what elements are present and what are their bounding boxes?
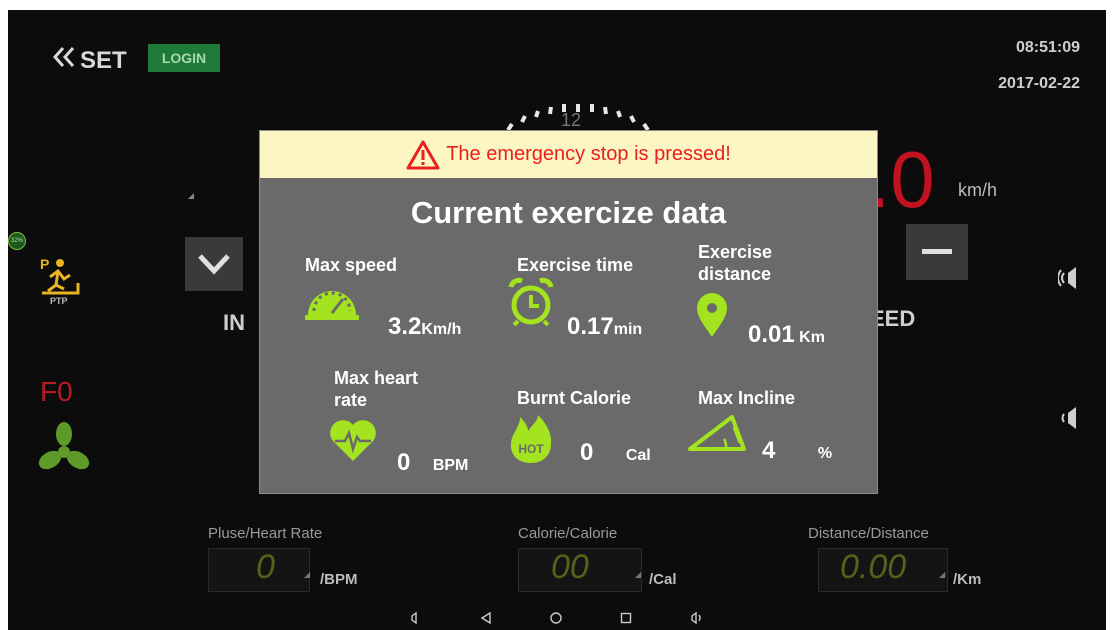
burnt-calorie-label: Burnt Calorie — [517, 388, 632, 408]
treadmill-screen: SET LOGIN 08:51:09 2017-02-22 12 .0 km/h… — [8, 10, 1106, 630]
volume-down-icon[interactable] — [1060, 405, 1088, 437]
burnt-calorie-unit: Cal — [625, 447, 651, 464]
exercise-distance-value: 0.01 — [748, 321, 795, 348]
speed-readout: .0 — [868, 135, 935, 224]
exercise-distance-readout: 0.01 Km — [748, 321, 825, 349]
exercise-time-unit: min — [613, 321, 643, 338]
fire-icon-text: HOT — [518, 442, 544, 456]
max-speed-value: 3.2 — [388, 313, 422, 340]
max-speed-label: Max speed — [305, 255, 398, 275]
exercise-summary-dialog: The emergency stop is pressed! Current e… — [259, 130, 878, 494]
max-heart-rate-value: 0 — [397, 449, 411, 476]
clock: 08:51:09 2017-02-22 — [968, 30, 1080, 102]
recents-nav-icon[interactable] — [619, 611, 633, 628]
calorie-label: Calorie/Calorie — [518, 525, 618, 542]
minus-icon — [922, 249, 952, 254]
login-button[interactable]: LOGIN — [148, 44, 220, 72]
distance-label: Distance/Distance — [808, 525, 929, 542]
incline-label: IN — [223, 310, 245, 335]
back-label: SET — [80, 46, 127, 74]
max-incline-unit: % — [817, 445, 833, 462]
max-speed-readout: 3.2Km/h — [388, 313, 461, 341]
battery-indicator: 32% — [8, 232, 26, 250]
heart-rate-unit: /BPM — [320, 571, 358, 588]
incline-marker-icon — [188, 193, 194, 199]
back-nav-icon[interactable] — [479, 611, 493, 628]
exercise-distance-label: Exercise distance — [698, 241, 772, 285]
home-nav-icon[interactable] — [549, 611, 563, 628]
emergency-alert-banner: The emergency stop is pressed! — [260, 131, 877, 178]
time: 08:51:09 — [1015, 39, 1080, 56]
speed-unit: km/h — [958, 180, 998, 200]
volume-down-nav-icon[interactable] — [409, 611, 423, 628]
fire-icon: HOT — [510, 415, 552, 463]
exercise-time-label: Exercise time — [517, 255, 634, 275]
distance-unit: /Km — [953, 571, 982, 588]
chevron-down-icon — [198, 254, 230, 275]
warning-triangle-icon — [406, 140, 440, 169]
heart-icon — [330, 420, 376, 461]
volume-up-nav-icon[interactable] — [689, 611, 705, 628]
emergency-alert-text: The emergency stop is pressed! — [446, 143, 731, 165]
max-heart-rate-label: Max heart rate — [334, 367, 418, 411]
triangle-mark-icon: ◢ — [304, 570, 311, 579]
exercise-distance-label-line1: Exercise — [698, 242, 773, 262]
double-chevron-left-icon — [52, 46, 78, 75]
exercise-distance-label-line2: distance — [698, 264, 772, 284]
max-heart-rate-unit: BPM — [432, 457, 469, 474]
burnt-calorie-value: 0 — [580, 439, 594, 466]
max-incline-label: Max Incline — [698, 388, 796, 408]
exercise-distance-unit: Km — [799, 329, 825, 346]
triangle-mark-icon: ◢ — [635, 570, 642, 579]
system-nav-bar — [8, 608, 1106, 630]
heart-rate-label: Pluse/Heart Rate — [208, 525, 323, 542]
speed-down-button[interactable] — [906, 224, 968, 280]
max-heart-rate-readout: 0 BPM — [397, 449, 468, 477]
calorie-value: 00 — [551, 548, 589, 586]
distance-value: 0.00 — [840, 548, 907, 586]
speedometer-icon — [305, 291, 359, 320]
dial-number: 12 — [561, 110, 582, 130]
burnt-calorie-readout: 0 Cal — [580, 439, 651, 467]
incline-down-button[interactable] — [185, 237, 243, 291]
exercise-time-value: 0.17 — [567, 313, 614, 340]
heart-rate-value: 0 — [256, 548, 275, 586]
fan-icon[interactable] — [36, 420, 92, 476]
date: 2017-02-22 — [998, 75, 1080, 92]
max-heart-rate-label-line1: Max heart — [334, 368, 419, 388]
fan-level: F0 — [40, 376, 73, 407]
location-pin-icon — [697, 293, 727, 337]
alarm-clock-icon — [508, 277, 554, 327]
dialog-title: Current exercize data — [410, 195, 727, 230]
program-label: PTP — [50, 296, 68, 306]
back-button[interactable]: SET — [52, 46, 127, 75]
max-incline-readout: 4 % — [762, 437, 832, 465]
incline-icon — [688, 415, 746, 451]
max-heart-rate-label-line2: rate — [334, 390, 368, 410]
svg-text:P: P — [40, 256, 49, 272]
volume-up-icon[interactable] — [1057, 265, 1088, 297]
calorie-unit: /Cal — [649, 571, 677, 588]
exercise-time-readout: 0.17min — [567, 313, 642, 341]
max-speed-unit: Km/h — [421, 321, 462, 338]
triangle-mark-icon: ◢ — [939, 570, 946, 579]
max-incline-value: 4 — [762, 437, 776, 464]
